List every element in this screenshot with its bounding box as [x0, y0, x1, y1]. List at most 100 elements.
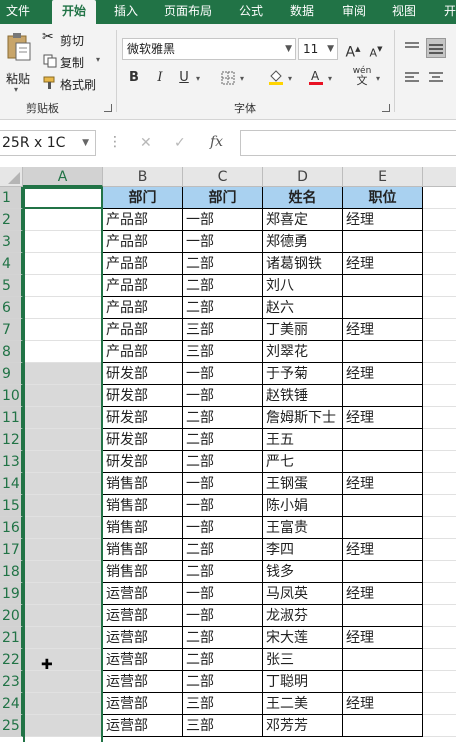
table-cell[interactable]: 马凤英 [263, 583, 343, 605]
table-cell[interactable]: 一部 [183, 605, 263, 627]
row-header-9[interactable]: 9 [0, 363, 23, 385]
table-cell[interactable]: 王富贵 [263, 517, 343, 539]
table-cell[interactable]: 产品部 [103, 209, 183, 231]
cell-A8[interactable] [23, 341, 103, 363]
row-header-2[interactable]: 2 [0, 209, 23, 231]
empty-cell[interactable] [423, 297, 456, 319]
table-cell[interactable]: 丁聪明 [263, 671, 343, 693]
table-cell[interactable]: 经理 [343, 363, 423, 385]
row-header-23[interactable]: 23 [0, 671, 23, 693]
cell-A24[interactable] [23, 693, 103, 715]
column-header-D[interactable]: D [263, 167, 343, 187]
table-cell[interactable]: 经理 [343, 583, 423, 605]
table-cell[interactable]: 一部 [183, 517, 263, 539]
clipboard-dialog-launcher-icon[interactable] [104, 104, 112, 112]
font-color-dropdown-icon[interactable]: ▾ [328, 74, 332, 83]
shrink-font-button[interactable]: A▼ [366, 39, 386, 59]
table-cell[interactable]: 郑德勇 [263, 231, 343, 253]
tab-8[interactable]: 开 [438, 0, 456, 24]
table-cell[interactable]: 一部 [183, 209, 263, 231]
empty-cell[interactable] [423, 539, 456, 561]
table-cell[interactable]: 运营部 [103, 671, 183, 693]
empty-cell[interactable] [423, 715, 456, 737]
table-cell[interactable]: 钱多 [263, 561, 343, 583]
empty-cell[interactable] [423, 385, 456, 407]
table-cell[interactable] [343, 671, 423, 693]
row-header-20[interactable]: 20 [0, 605, 23, 627]
font-color-button[interactable]: A [306, 68, 326, 88]
cell-A25[interactable] [23, 715, 103, 737]
table-cell[interactable]: 刘翠花 [263, 341, 343, 363]
empty-cell[interactable] [423, 517, 456, 539]
font-dialog-launcher-icon[interactable] [382, 104, 390, 112]
table-cell[interactable]: 二部 [183, 407, 263, 429]
table-cell[interactable]: 三部 [183, 715, 263, 737]
table-cell[interactable] [343, 561, 423, 583]
table-cell[interactable]: 龙淑芬 [263, 605, 343, 627]
table-cell[interactable]: 经理 [343, 209, 423, 231]
cell-A9[interactable] [23, 363, 103, 385]
empty-cell[interactable] [423, 319, 456, 341]
cell-A7[interactable] [23, 319, 103, 341]
font-size-select[interactable]: 11 ▼ [298, 38, 338, 60]
empty-cell[interactable] [423, 649, 456, 671]
italic-button[interactable]: I [150, 68, 170, 88]
table-cell[interactable]: 研发部 [103, 385, 183, 407]
empty-cell[interactable] [423, 407, 456, 429]
table-cell[interactable]: 经理 [343, 319, 423, 341]
table-cell[interactable] [343, 297, 423, 319]
table-cell[interactable] [343, 517, 423, 539]
table-cell[interactable]: 经理 [343, 693, 423, 715]
cell-A4[interactable] [23, 253, 103, 275]
table-cell[interactable]: 一部 [183, 385, 263, 407]
cell-A2[interactable] [23, 209, 103, 231]
table-cell[interactable]: 王五 [263, 429, 343, 451]
cell-A14[interactable] [23, 473, 103, 495]
cell-A21[interactable] [23, 627, 103, 649]
align-left-button[interactable] [402, 68, 422, 88]
row-header-3[interactable]: 3 [0, 231, 23, 253]
column-header-A[interactable]: A [23, 167, 103, 187]
row-header-13[interactable]: 13 [0, 451, 23, 473]
empty-cell[interactable] [423, 473, 456, 495]
cell-A3[interactable] [23, 231, 103, 253]
empty-cell[interactable] [423, 495, 456, 517]
row-header-14[interactable]: 14 [0, 473, 23, 495]
cancel-formula-icon[interactable]: ✕ [140, 135, 152, 151]
table-cell[interactable]: 一部 [183, 363, 263, 385]
column-header-E[interactable]: E [343, 167, 423, 187]
cut-button[interactable]: ✂ 剪切 [40, 29, 92, 48]
table-cell[interactable]: 王二美 [263, 693, 343, 715]
table-cell[interactable]: 二部 [183, 561, 263, 583]
tab-4[interactable]: 公式 [232, 0, 270, 24]
cell-A6[interactable] [23, 297, 103, 319]
table-cell[interactable]: 产品部 [103, 297, 183, 319]
enter-formula-icon[interactable]: ✓ [174, 135, 186, 151]
table-cell[interactable]: 王钢蛋 [263, 473, 343, 495]
cell-A5[interactable] [23, 275, 103, 297]
name-box[interactable]: 25R x 1C ▼ [0, 130, 96, 156]
table-cell[interactable]: 运营部 [103, 693, 183, 715]
row-header-21[interactable]: 21 [0, 627, 23, 649]
table-cell[interactable] [343, 649, 423, 671]
empty-cell[interactable] [423, 693, 456, 715]
cell-A20[interactable] [23, 605, 103, 627]
table-cell[interactable]: 郑喜定 [263, 209, 343, 231]
empty-cell[interactable] [423, 187, 456, 209]
table-cell[interactable]: 詹姆斯下士 [263, 407, 343, 429]
fill-color-button[interactable] [266, 68, 286, 88]
cell-A19[interactable] [23, 583, 103, 605]
table-cell[interactable] [343, 605, 423, 627]
empty-cell[interactable] [423, 429, 456, 451]
table-cell[interactable]: 严七 [263, 451, 343, 473]
underline-button[interactable]: U [174, 68, 194, 88]
table-cell[interactable]: 研发部 [103, 363, 183, 385]
empty-cell[interactable] [423, 451, 456, 473]
cell-A13[interactable] [23, 451, 103, 473]
table-cell[interactable]: 运营部 [103, 649, 183, 671]
cell-A23[interactable] [23, 671, 103, 693]
table-cell[interactable]: 丁美丽 [263, 319, 343, 341]
table-cell[interactable]: 赵六 [263, 297, 343, 319]
cell-A10[interactable] [23, 385, 103, 407]
empty-cell[interactable] [423, 341, 456, 363]
